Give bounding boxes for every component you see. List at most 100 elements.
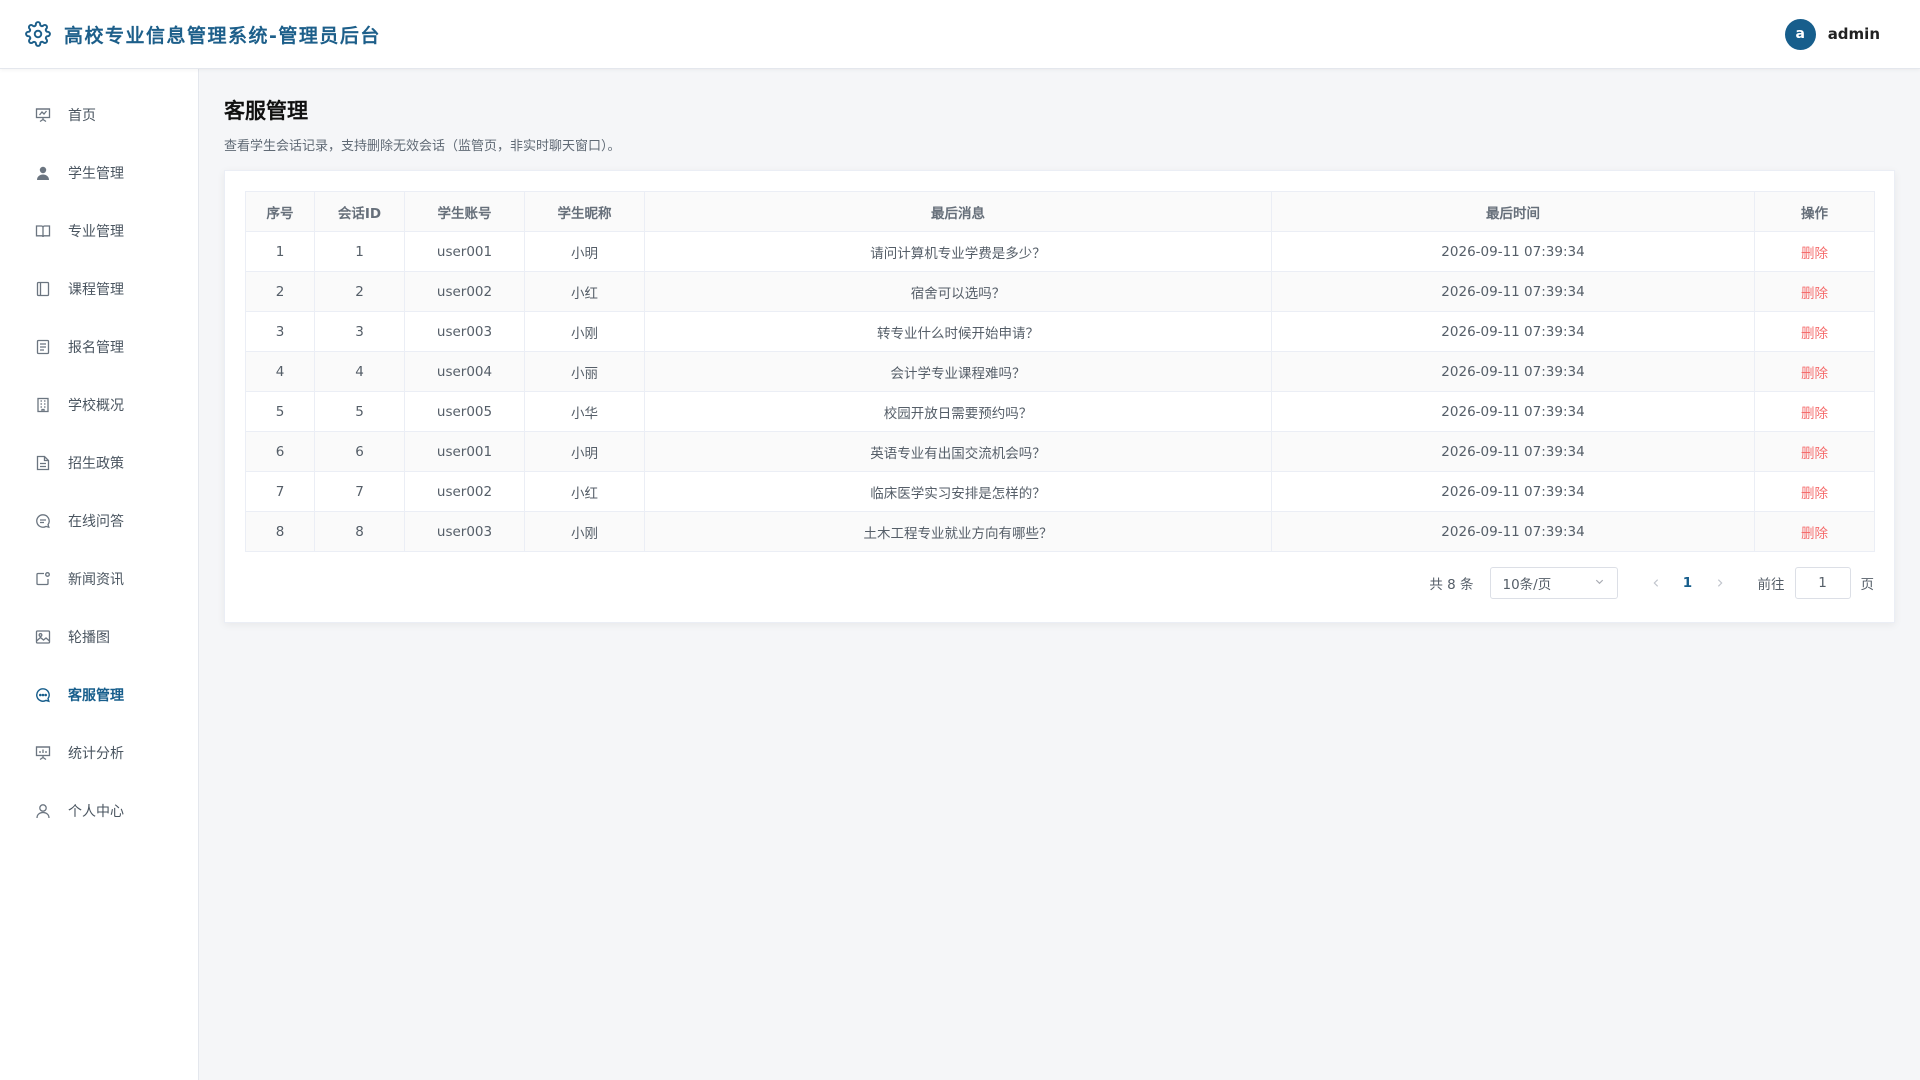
table-cell-session-id: 8 [314, 511, 405, 552]
presentation-icon [34, 106, 52, 124]
sessions-card: 序号 会话ID 学生账号 学生昵称 最后消息 最后时间 操作 1 1 user001… [224, 170, 1895, 623]
table-cell-last-time: 2026-09-11 07:39:34 [1271, 511, 1755, 552]
table-cell-last-time: 2026-09-11 07:39:34 [1271, 231, 1755, 272]
sidebar-item-label: 首页 [68, 108, 96, 124]
delete-button[interactable]: 删除 [1801, 406, 1828, 422]
page-description: 查看学生会话记录，支持删除无效会话（监管页，非实时聊天窗口）。 [224, 139, 621, 154]
sidebar-item-label: 报名管理 [68, 340, 124, 356]
table-cell-student-account: user004 [404, 351, 525, 392]
page-size-select[interactable]: 10条/页 [1489, 567, 1618, 599]
page-number-current[interactable]: 1 [1672, 567, 1704, 599]
delete-button[interactable]: 删除 [1801, 366, 1828, 382]
table-row: 5 5 user005 小华 校园开放日需要预约吗？ 2026-09-11 07:39:3… [245, 391, 1875, 432]
sidebar-item-label: 学校概况 [68, 398, 124, 414]
table-cell-last-message: 宿舍可以选吗？ [644, 271, 1272, 312]
main-content: 客服管理 查看学生会话记录，支持删除无效会话（监管页，非实时聊天窗口）。 序号 … [224, 69, 1896, 623]
delete-button[interactable]: 删除 [1801, 526, 1828, 542]
sidebar-item-enrollment[interactable]: 报名管理 [0, 318, 198, 376]
sidebar-item-label: 在线问答 [68, 514, 124, 530]
table-cell-student-nickname: 小红 [524, 471, 645, 512]
table-cell-last-message: 会计学专业课程难吗？ [644, 351, 1272, 392]
chat-line-round-icon [34, 512, 52, 530]
table-cell-last-time: 2026-09-11 07:39:34 [1271, 311, 1755, 352]
sessions-table: 序号 会话ID 学生账号 学生昵称 最后消息 最后时间 操作 1 1 user001… [245, 191, 1875, 552]
table-cell-session-id: 6 [314, 431, 405, 472]
table-cell-row-index: 8 [245, 511, 315, 552]
picture-icon [34, 628, 52, 646]
table-cell-student-nickname: 小明 [524, 431, 645, 472]
column-header: 最后时间 [1271, 191, 1755, 232]
page-jump-input[interactable]: 1 [1794, 567, 1851, 599]
sidebar-item-label: 轮播图 [68, 630, 110, 646]
column-header: 最后消息 [644, 191, 1272, 232]
table-cell-row-index: 6 [245, 431, 315, 472]
table-row: 8 8 user003 小刚 土木工程专业就业方向有哪些？ 2026-09-11 07:3… [245, 511, 1875, 552]
column-header: 会话ID [314, 191, 405, 232]
gear-icon [24, 20, 52, 48]
sidebar-item-courses[interactable]: 课程管理 [0, 260, 198, 318]
delete-button[interactable]: 删除 [1801, 246, 1828, 262]
table-cell-student-account: user002 [404, 471, 525, 512]
sidebar-item-label: 招生政策 [68, 456, 124, 472]
table-cell-session-id: 4 [314, 351, 405, 392]
column-header: 序号 [245, 191, 315, 232]
app-title: 高校专业信息管理系统-管理员后台 [64, 24, 381, 47]
table-row: 7 7 user002 小红 临床医学实习安排是怎样的？ 2026-09-11 07:39… [245, 471, 1875, 512]
top-header: 高校专业信息管理系统-管理员后台 a admin [0, 0, 1920, 69]
sidebar-item-school-overview[interactable]: 学校概况 [0, 376, 198, 434]
page-title: 客服管理 [224, 99, 308, 123]
chevron-right-icon[interactable] [1704, 567, 1736, 599]
table-cell-last-message: 转专业什么时候开始申请？ [644, 311, 1272, 352]
table-cell-student-account: user001 [404, 231, 525, 272]
column-header: 操作 [1754, 191, 1875, 232]
table-cell-delete-button: 删除 [1754, 311, 1875, 352]
table-row: 4 4 user004 小丽 会计学专业课程难吗？ 2026-09-11 07:39:34… [245, 351, 1875, 392]
sidebar-item-students[interactable]: 学生管理 [0, 144, 198, 202]
sidebar-item-news[interactable]: 新闻资讯 [0, 550, 198, 608]
table-cell-delete-button: 删除 [1754, 271, 1875, 312]
book-open-icon [34, 222, 52, 240]
table-cell-last-time: 2026-09-11 07:39:34 [1271, 431, 1755, 472]
table-cell-delete-button: 删除 [1754, 351, 1875, 392]
avatar[interactable]: a [1784, 18, 1816, 50]
sidebar-item-online-qa[interactable]: 在线问答 [0, 492, 198, 550]
sidebar-item-majors[interactable]: 专业管理 [0, 202, 198, 260]
table-cell-session-id: 5 [314, 391, 405, 432]
delete-button[interactable]: 删除 [1801, 326, 1828, 342]
delete-button[interactable]: 删除 [1801, 286, 1828, 302]
table-cell-student-nickname: 小红 [524, 271, 645, 312]
column-header: 学生账号 [404, 191, 525, 232]
document-lines-icon [34, 454, 52, 472]
user-filled-icon [34, 164, 52, 182]
table-row: 2 2 user002 小红 宿舍可以选吗？ 2026-09-11 07:39:34 删除 [245, 271, 1875, 312]
table-cell-last-time: 2026-09-11 07:39:34 [1271, 471, 1755, 512]
data-board-icon [34, 744, 52, 762]
pagination: 共 8 条 10条/页 1 前往 1 页 [1429, 567, 1874, 599]
username[interactable]: admin [1828, 25, 1880, 43]
sidebar: 首页 学生管理 专业管理 课程管理 报名管理 学校概况 招生政策 在线问答 新闻… [0, 69, 199, 1080]
jump-suffix: 页 [1860, 577, 1875, 593]
sidebar-item-profile[interactable]: 个人中心 [0, 782, 198, 840]
sidebar-item-label: 课程管理 [68, 282, 124, 298]
table-cell-student-nickname: 小刚 [524, 511, 645, 552]
user-menu[interactable]: a admin [1784, 18, 1880, 50]
sidebar-item-admission-policy[interactable]: 招生政策 [0, 434, 198, 492]
table-cell-row-index: 2 [245, 271, 315, 312]
table-cell-last-message: 请问计算机专业学费是多少？ [644, 231, 1272, 272]
table-cell-last-message: 校园开放日需要预约吗？ [644, 391, 1272, 432]
delete-button[interactable]: 删除 [1801, 446, 1828, 462]
column-header: 学生昵称 [524, 191, 645, 232]
table-cell-last-time: 2026-09-11 07:39:34 [1271, 391, 1755, 432]
table-cell-session-id: 7 [314, 471, 405, 512]
sidebar-item-customer-service[interactable]: 客服管理 [0, 666, 198, 724]
table-cell-delete-button: 删除 [1754, 511, 1875, 552]
sidebar-item-home[interactable]: 首页 [0, 86, 198, 144]
sidebar-item-statistics[interactable]: 统计分析 [0, 724, 198, 782]
table-cell-session-id: 3 [314, 311, 405, 352]
user-icon [34, 802, 52, 820]
delete-button[interactable]: 删除 [1801, 486, 1828, 502]
sidebar-item-carousel[interactable]: 轮播图 [0, 608, 198, 666]
table-cell-student-nickname: 小丽 [524, 351, 645, 392]
table-cell-student-account: user002 [404, 271, 525, 312]
chevron-left-icon[interactable] [1640, 567, 1672, 599]
